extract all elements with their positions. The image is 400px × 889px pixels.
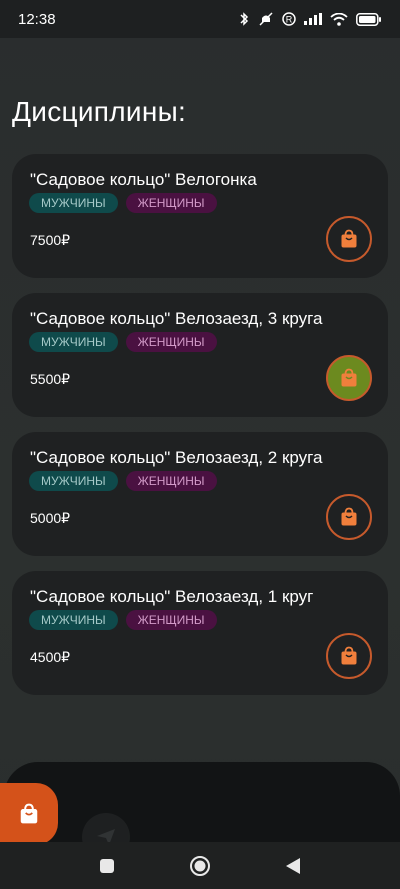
discipline-price: 4500₽: [30, 649, 71, 665]
bluetooth-icon: [240, 12, 249, 26]
mute-icon: [259, 12, 273, 26]
back-icon: [286, 857, 301, 874]
home-button[interactable]: [180, 846, 220, 886]
shopping-bag-icon: [341, 646, 357, 665]
discipline-title: "Садовое кольцо" Велозаезд, 3 круга: [30, 309, 323, 328]
shopping-bag-icon: [341, 507, 357, 526]
recent-apps-button[interactable]: [87, 846, 127, 886]
tag-women[interactable]: ЖЕНЩИНЫ: [125, 332, 217, 352]
back-button[interactable]: [273, 846, 313, 886]
tag-men[interactable]: МУЖЧИНЫ: [29, 332, 118, 352]
add-to-cart-button[interactable]: [326, 633, 372, 679]
shopping-bag-icon: [341, 368, 357, 387]
registered-icon: R: [282, 12, 296, 26]
discipline-card[interactable]: "Садовое кольцо" Велогонка МУЖЧИНЫ ЖЕНЩИ…: [12, 154, 388, 278]
shopping-bag-icon: [20, 803, 38, 824]
tag-men[interactable]: МУЖЧИНЫ: [29, 193, 118, 213]
cart-fab[interactable]: [0, 783, 58, 845]
tag-women[interactable]: ЖЕНЩИНЫ: [125, 471, 217, 491]
discipline-price: 5000₽: [30, 510, 71, 526]
discipline-title: "Садовое кольцо" Велогонка: [30, 170, 257, 189]
page-title: Дисциплины:: [12, 96, 187, 127]
shopping-bag-icon: [341, 229, 357, 248]
tag-men[interactable]: МУЖЧИНЫ: [29, 610, 118, 630]
discipline-title: "Садовое кольцо" Велозаезд, 2 круга: [30, 448, 323, 467]
discipline-price: 5500₽: [30, 371, 71, 387]
discipline-price: 7500₽: [30, 232, 71, 248]
system-nav-bar: [0, 842, 400, 889]
add-to-cart-button[interactable]: [326, 216, 372, 262]
signal-icon: [304, 13, 322, 25]
add-to-cart-button-active[interactable]: [326, 355, 372, 401]
tag-list: МУЖЧИНЫ ЖЕНЩИНЫ: [29, 610, 217, 630]
wifi-icon: [330, 12, 348, 26]
discipline-card[interactable]: "Садовое кольцо" Велозаезд, 3 круга МУЖЧ…: [12, 293, 388, 417]
add-to-cart-button[interactable]: [326, 494, 372, 540]
status-bar: 12:38 R: [0, 0, 400, 38]
svg-text:R: R: [286, 15, 293, 25]
discipline-card[interactable]: "Садовое кольцо" Велозаезд, 2 круга МУЖЧ…: [12, 432, 388, 556]
status-time: 12:38: [18, 10, 56, 28]
battery-icon: [356, 12, 381, 26]
tag-women[interactable]: ЖЕНЩИНЫ: [125, 610, 217, 630]
status-icons: R: [238, 12, 382, 26]
tag-list: МУЖЧИНЫ ЖЕНЩИНЫ: [29, 332, 217, 352]
home-icon: [189, 855, 210, 876]
tag-list: МУЖЧИНЫ ЖЕНЩИНЫ: [29, 193, 217, 213]
bottom-sheet[interactable]: [4, 762, 400, 852]
recent-apps-icon: [99, 858, 114, 873]
tag-list: МУЖЧИНЫ ЖЕНЩИНЫ: [29, 471, 217, 491]
tag-women[interactable]: ЖЕНЩИНЫ: [125, 193, 217, 213]
discipline-title: "Садовое кольцо" Велозаезд, 1 круг: [30, 587, 314, 606]
tag-men[interactable]: МУЖЧИНЫ: [29, 471, 118, 491]
discipline-card[interactable]: "Садовое кольцо" Велозаезд, 1 круг МУЖЧИ…: [12, 571, 388, 695]
